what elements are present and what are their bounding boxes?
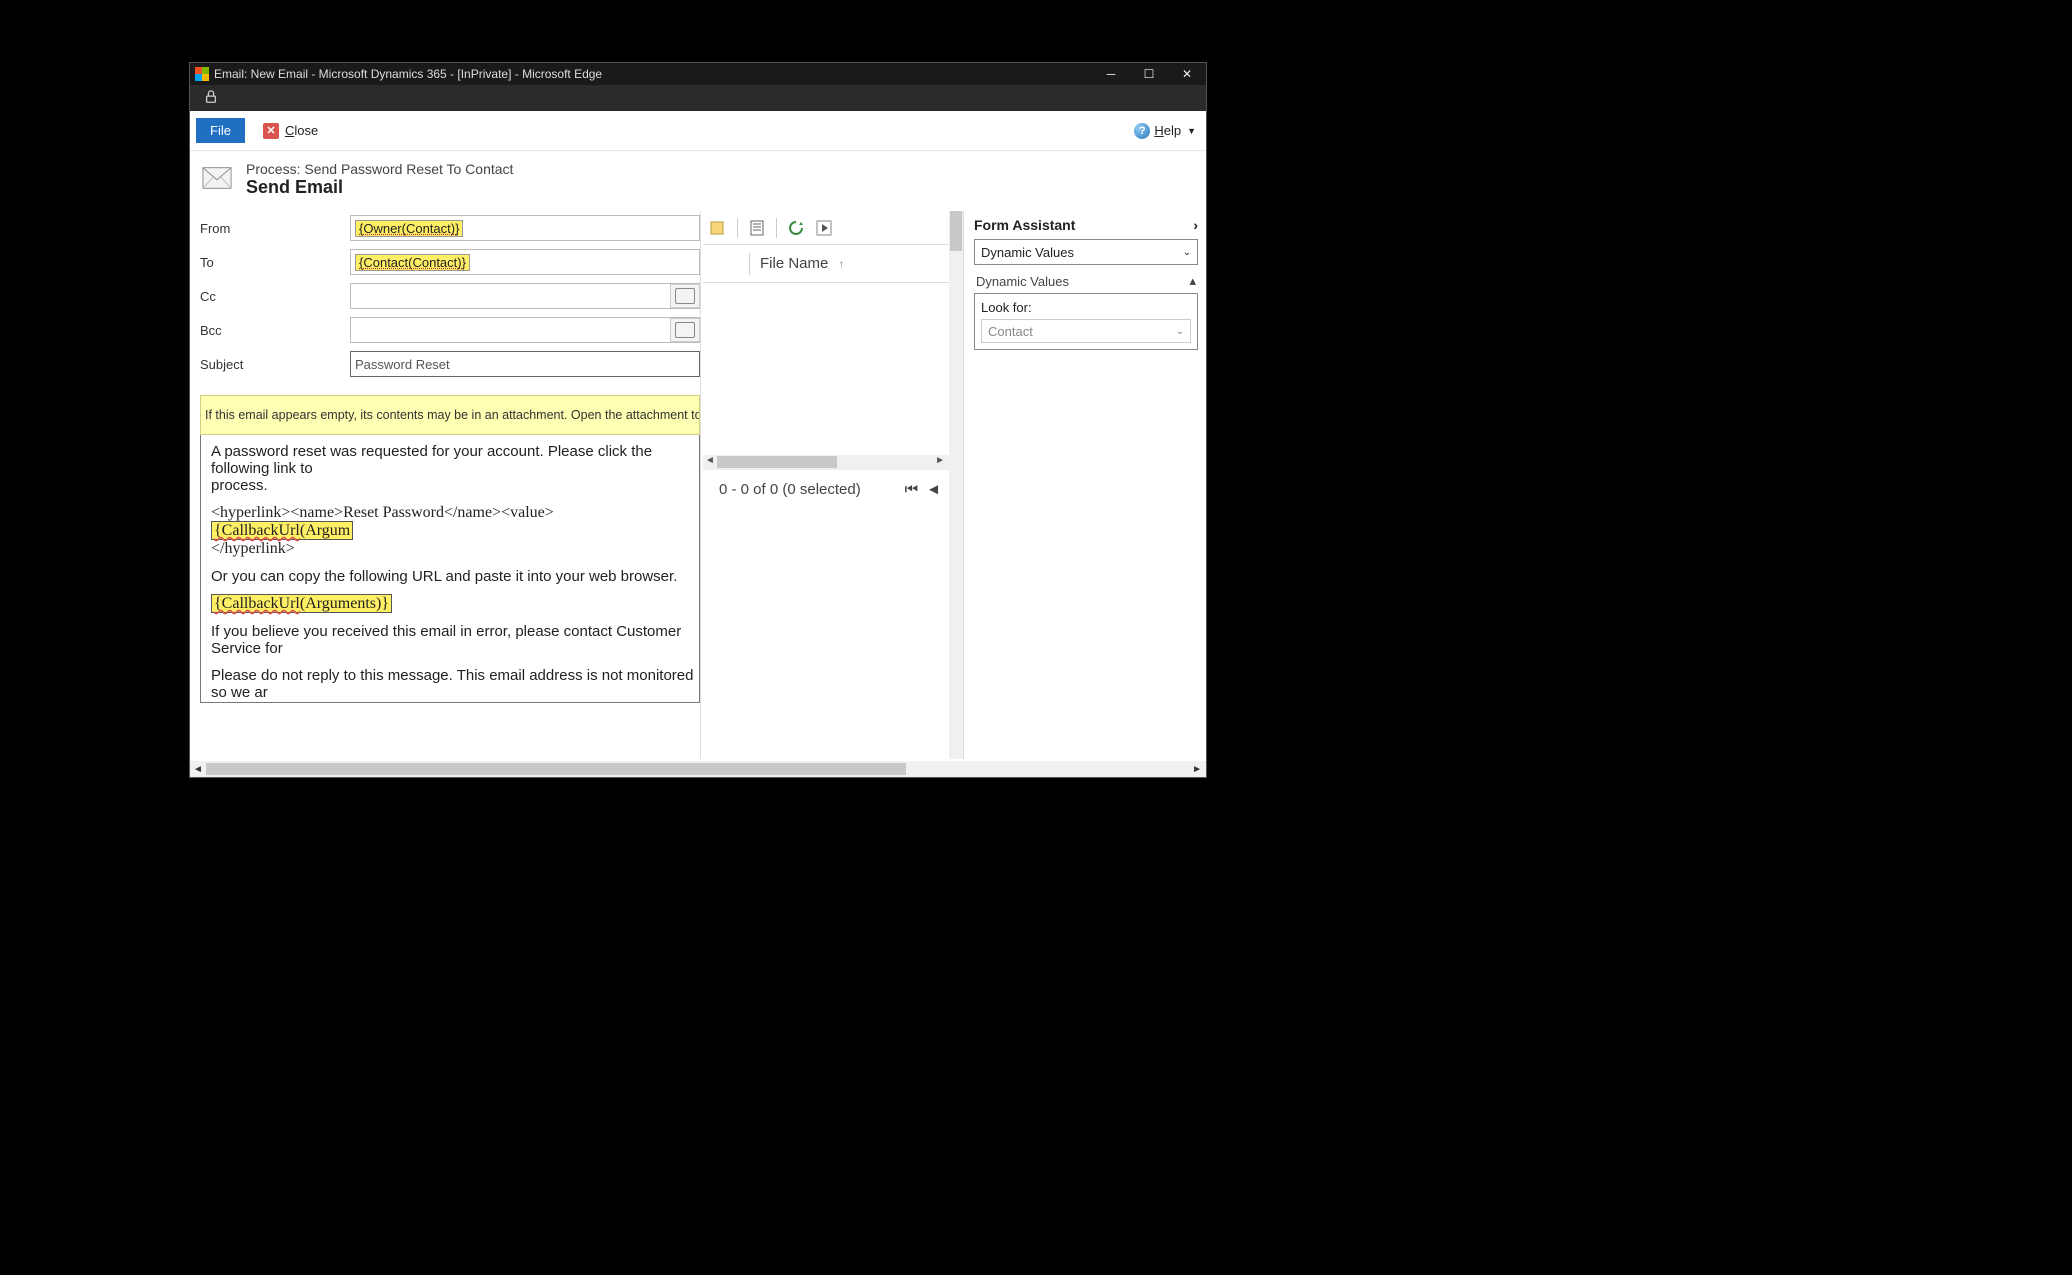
command-bar: File ✕ Close ? Help ▼	[190, 111, 1206, 151]
refresh-icon[interactable]	[787, 219, 805, 237]
from-token: {Owner(Contact)}	[355, 220, 463, 237]
page-header: Process: Send Password Reset To Contact …	[190, 151, 1206, 204]
app-window: Email: New Email - Microsoft Dynamics 36…	[189, 62, 1207, 778]
page-title: Send Email	[246, 177, 513, 198]
cc-field[interactable]	[350, 283, 700, 309]
close-icon: ✕	[263, 123, 279, 139]
file-name-header: File Name	[760, 255, 828, 272]
attachment-list-icon[interactable]	[748, 219, 766, 237]
attachment-info-banner: If this email appears empty, its content…	[200, 395, 700, 435]
collapse-assistant-icon[interactable]: ›	[1193, 217, 1198, 233]
email-form: From {Owner(Contact)} To {Contact(Contac…	[190, 211, 700, 759]
app-icon	[195, 67, 209, 81]
bcc-lookup-button[interactable]	[670, 318, 700, 342]
look-for-select[interactable]: Contact ⌄	[981, 319, 1191, 343]
assistant-mode-select[interactable]: Dynamic Values ⌄	[974, 239, 1198, 265]
sort-ascending-icon: ↑	[838, 257, 844, 271]
paging-text: 0 - 0 of 0 (0 selected)	[719, 481, 861, 498]
attachments-paging: 0 - 0 of 0 (0 selected) ⏮ ◄	[703, 469, 961, 509]
to-token: {Contact(Contact)}	[355, 254, 470, 271]
chevron-down-icon: ▼	[1187, 126, 1196, 136]
file-button[interactable]: File	[196, 118, 245, 143]
body-para-6: Please do not reply to this message. Thi…	[211, 667, 695, 703]
form-assistant-pane: Form Assistant › Dynamic Values ⌄ Dynami…	[963, 211, 1206, 759]
subject-label: Subject	[200, 357, 350, 372]
subject-field[interactable]: Password Reset	[350, 351, 700, 377]
attachments-toolbar	[703, 211, 961, 245]
body-hyperlink-line: <hyperlink><name>Reset Password</name><v…	[211, 504, 695, 558]
minimize-button[interactable]: ─	[1092, 63, 1130, 85]
from-field[interactable]: {Owner(Contact)}	[350, 215, 700, 241]
chevron-down-icon: ⌄	[1183, 247, 1191, 258]
content-area: Process: Send Password Reset To Contact …	[190, 151, 1206, 777]
prev-page-icon[interactable]: ◄	[926, 481, 941, 498]
look-for-box: Look for: Contact ⌄	[974, 293, 1198, 350]
cc-lookup-button[interactable]	[670, 284, 700, 308]
body-para-3: Or you can copy the following URL and pa…	[211, 568, 695, 585]
close-button[interactable]: ✕ Close	[263, 123, 318, 139]
maximize-button[interactable]: ☐	[1130, 63, 1168, 85]
bcc-field[interactable]	[350, 317, 700, 343]
attachments-column-header[interactable]: File Name ↑	[703, 245, 961, 283]
attachments-vscroll[interactable]	[949, 211, 963, 759]
first-page-icon[interactable]: ⏮	[905, 481, 919, 498]
cc-label: Cc	[200, 289, 350, 304]
chevron-down-icon: ⌄	[1176, 326, 1184, 337]
play-icon[interactable]	[815, 219, 833, 237]
process-label: Process: Send Password Reset To Contact	[246, 161, 513, 177]
body-para-5: If you believe you received this email i…	[211, 623, 695, 657]
body-para-1: A password reset was requested for your …	[211, 443, 695, 494]
look-for-label: Look for:	[981, 300, 1191, 315]
bcc-label: Bcc	[200, 323, 350, 338]
title-bar: Email: New Email - Microsoft Dynamics 36…	[190, 63, 1206, 85]
close-window-button[interactable]: ✕	[1168, 63, 1206, 85]
mail-icon	[202, 166, 232, 193]
collapse-section-icon[interactable]: ▴	[1189, 273, 1196, 289]
to-field[interactable]: {Contact(Contact)}	[350, 249, 700, 275]
content-hscroll[interactable]: ◄ ►	[190, 761, 1206, 777]
to-label: To	[200, 255, 350, 270]
body-callback-token: {CallbackUrl(Arguments)}	[211, 595, 695, 613]
form-assistant-title: Form Assistant	[974, 217, 1075, 233]
attachments-pane: File Name ↑ ◄► 0 - 0 of 0 (0 selected) ⏮…	[700, 211, 963, 759]
from-label: From	[200, 221, 350, 236]
lock-icon	[204, 90, 218, 107]
window-title: Email: New Email - Microsoft Dynamics 36…	[214, 67, 1092, 81]
attachments-hscroll[interactable]: ◄►	[703, 455, 961, 469]
new-attachment-icon[interactable]	[709, 219, 727, 237]
help-button[interactable]: ? Help ▼	[1134, 123, 1196, 139]
help-icon: ?	[1134, 123, 1150, 139]
email-body-editor[interactable]: A password reset was requested for your …	[200, 435, 700, 703]
assistant-section-label: Dynamic Values	[976, 274, 1069, 289]
security-bar	[190, 85, 1206, 111]
